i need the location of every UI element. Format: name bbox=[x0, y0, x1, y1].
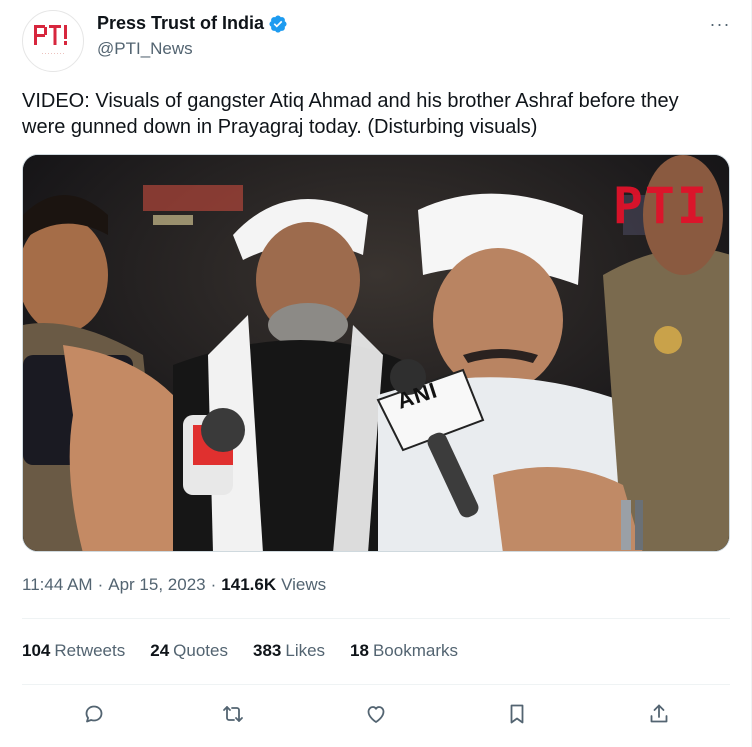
more-options-icon[interactable]: ··· bbox=[706, 12, 734, 36]
views-count: 141.6K bbox=[221, 575, 277, 594]
tweet-text: VIDEO: Visuals of gangster Atiq Ahmad an… bbox=[22, 90, 679, 138]
pti-logo-icon bbox=[34, 25, 67, 45]
divider bbox=[22, 618, 730, 619]
bookmark-button[interactable] bbox=[501, 698, 533, 730]
tweet-meta: 11:44 AM · Apr 15, 2023 · 141.6K Views bbox=[22, 575, 326, 595]
action-bar bbox=[22, 698, 730, 730]
tweet-card: · · · · · · · · Press Trust of India @PT… bbox=[0, 0, 752, 747]
tweet-time[interactable]: 11:44 AM bbox=[22, 575, 93, 595]
author-handle[interactable]: @PTI_News bbox=[97, 39, 193, 59]
share-icon bbox=[650, 704, 668, 723]
tweet-video[interactable]: PTI ANI bbox=[22, 154, 730, 552]
bookmark-icon bbox=[510, 704, 524, 724]
retweet-icon bbox=[223, 706, 243, 722]
stat-bookmarks[interactable]: 18 Bookmarks bbox=[350, 641, 458, 661]
reply-icon bbox=[85, 705, 103, 723]
author-display-name[interactable]: Press Trust of India bbox=[97, 13, 264, 34]
verified-badge-icon bbox=[269, 14, 287, 33]
tweet-date[interactable]: Apr 15, 2023 bbox=[108, 575, 205, 595]
stat-likes[interactable]: 383 Likes bbox=[253, 641, 325, 661]
like-icon bbox=[367, 706, 385, 723]
reply-button[interactable] bbox=[78, 698, 110, 730]
divider bbox=[22, 684, 730, 685]
engagement-stats: 104 Retweets 24 Quotes 383 Likes 18 Bookmark… bbox=[22, 641, 483, 661]
retweet-button[interactable] bbox=[217, 698, 249, 730]
views-label: Views bbox=[281, 575, 327, 594]
stat-quotes[interactable]: 24 Quotes bbox=[150, 641, 228, 661]
meta-separator: · bbox=[210, 575, 217, 594]
author-name-row: Press Trust of India bbox=[97, 13, 288, 34]
pti-watermark: PTI bbox=[612, 177, 709, 235]
meta-separator: · bbox=[97, 575, 104, 594]
profile-avatar[interactable]: · · · · · · · · bbox=[22, 10, 84, 72]
stat-retweets[interactable]: 104 Retweets bbox=[22, 641, 125, 661]
avatar-tagline: · · · · · · · · bbox=[41, 51, 65, 57]
like-button[interactable] bbox=[360, 698, 392, 730]
share-button[interactable] bbox=[643, 698, 675, 730]
